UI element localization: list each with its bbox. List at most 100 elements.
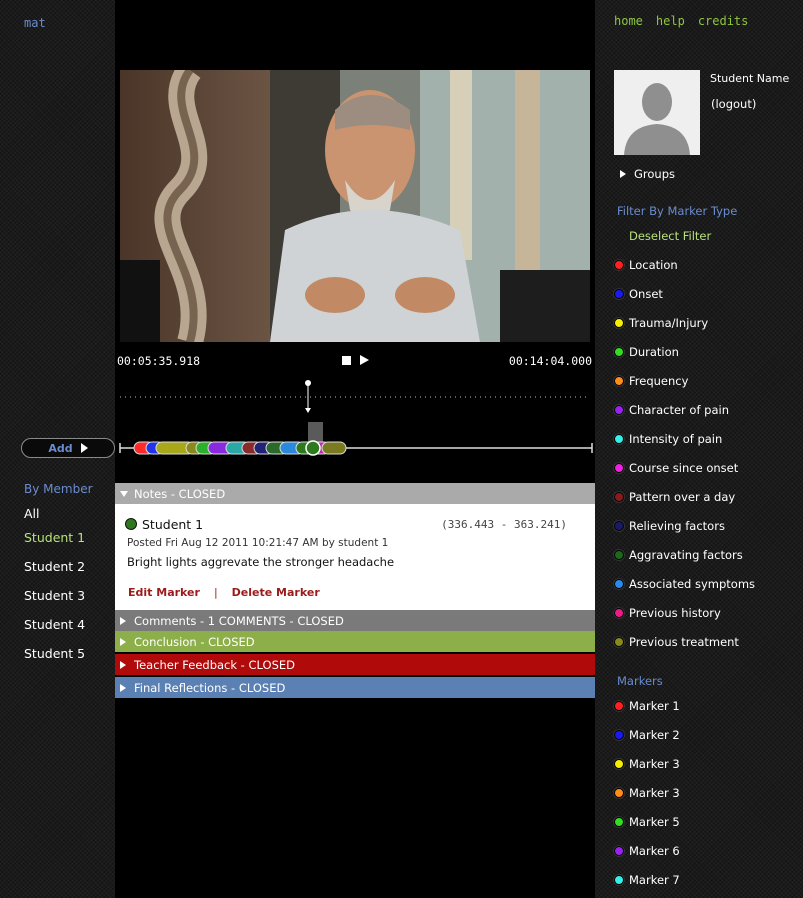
member-item-student-4[interactable]: Student 4 (24, 617, 85, 646)
filter-item[interactable]: Location (614, 258, 755, 287)
play-button[interactable] (360, 355, 369, 365)
color-dot-icon (614, 347, 624, 357)
marker-item[interactable]: Marker 3 (614, 757, 680, 786)
marker-timeline[interactable] (118, 436, 594, 460)
nav-help-link[interactable]: help (656, 14, 685, 28)
expand-right-icon (120, 683, 126, 692)
note-time-range: (336.443 - 363.241) (441, 518, 567, 531)
groups-label: Groups (634, 167, 676, 181)
nav-credits-link[interactable]: credits (698, 14, 749, 28)
color-dot-icon (614, 788, 624, 798)
comments-panel-label: Comments - 1 COMMENTS - CLOSED (134, 613, 344, 628)
marker-label: Marker 7 (629, 873, 680, 887)
filter-label: Relieving factors (629, 519, 725, 533)
member-item-student-5[interactable]: Student 5 (24, 646, 85, 675)
main-content: 00:05:35.918 00:14:04.000 Notes - CLOSED… (115, 0, 595, 898)
filter-item[interactable]: Duration (614, 345, 755, 374)
member-item-all[interactable]: All (24, 506, 85, 530)
video-player[interactable] (120, 70, 590, 342)
marker-label: Marker 6 (629, 844, 680, 858)
conclusion-panel-header[interactable]: Conclusion - CLOSED (115, 631, 595, 652)
color-dot-icon (614, 579, 624, 589)
color-dot-icon (614, 434, 624, 444)
filter-item[interactable]: Pattern over a day (614, 490, 755, 519)
delete-marker-link[interactable]: Delete Marker (232, 586, 320, 599)
filter-item[interactable]: Relieving factors (614, 519, 755, 548)
markers-heading: Markers (617, 674, 663, 688)
timeline-marker[interactable] (321, 441, 347, 455)
marker-label: Marker 3 (629, 786, 680, 800)
filter-label: Onset (629, 287, 663, 301)
marker-item[interactable]: Marker 2 (614, 728, 680, 757)
marker-item[interactable]: Marker 7 (614, 873, 680, 898)
color-dot-icon (614, 492, 624, 502)
filter-item[interactable]: Previous history (614, 606, 755, 635)
member-item-student-1[interactable]: Student 1 (24, 530, 85, 559)
expand-right-icon (620, 170, 626, 178)
teacher-feedback-panel-label: Teacher Feedback - CLOSED (134, 657, 295, 672)
groups-toggle[interactable]: Groups (620, 167, 675, 181)
app-logo[interactable]: mat (24, 16, 46, 30)
filter-item[interactable]: Trauma/Injury (614, 316, 755, 345)
color-dot-icon (614, 846, 624, 856)
filter-item[interactable]: Associated symptoms (614, 577, 755, 606)
marker-item[interactable]: Marker 5 (614, 815, 680, 844)
marker-label: Marker 2 (629, 728, 680, 742)
color-dot-icon (614, 701, 624, 711)
color-dot-icon (614, 875, 624, 885)
filter-item[interactable]: Aggravating factors (614, 548, 755, 577)
marker-label: Marker 5 (629, 815, 680, 829)
nav-home-link[interactable]: home (614, 14, 643, 28)
marker-item[interactable]: Marker 1 (614, 699, 680, 728)
filter-label: Pattern over a day (629, 490, 736, 504)
student-name: Student Name (710, 72, 790, 85)
expand-down-icon (120, 490, 128, 497)
teacher-feedback-panel-header[interactable]: Teacher Feedback - CLOSED (115, 654, 595, 675)
filter-label: Course since onset (629, 461, 739, 475)
member-list: All Student 1 Student 2 Student 3 Studen… (24, 506, 85, 675)
edit-marker-link[interactable]: Edit Marker (128, 586, 200, 599)
filter-label: Aggravating factors (629, 548, 743, 562)
color-dot-icon (614, 550, 624, 560)
add-marker-button[interactable]: Add (21, 438, 115, 458)
member-item-student-3[interactable]: Student 3 (24, 588, 85, 617)
current-time: 00:05:35.918 (117, 354, 201, 368)
note-actions: Edit Marker | Delete Marker (128, 586, 320, 599)
color-dot-icon (614, 817, 624, 827)
top-nav: home help credits (614, 14, 748, 28)
comments-panel-header[interactable]: Comments - 1 COMMENTS - CLOSED (115, 610, 595, 631)
final-reflections-panel-header[interactable]: Final Reflections - CLOSED (115, 677, 595, 698)
notes-panel-header[interactable]: Notes - CLOSED (115, 483, 595, 504)
filter-label: Character of pain (629, 403, 730, 417)
marker-color-dot (125, 518, 137, 530)
action-separator: | (213, 586, 218, 599)
member-item-student-2[interactable]: Student 2 (24, 559, 85, 588)
filter-item[interactable]: Course since onset (614, 461, 755, 490)
conclusion-panel-label: Conclusion - CLOSED (134, 634, 255, 649)
note-posted-info: Posted Fri Aug 12 2011 10:21:47 AM by st… (127, 537, 389, 549)
add-label: Add (48, 441, 73, 455)
note-text: Bright lights aggrevate the stronger hea… (127, 555, 395, 569)
deselect-filter-link[interactable]: Deselect Filter (629, 229, 711, 243)
playhead-handle[interactable] (303, 379, 313, 415)
logout-link[interactable]: (logout) (711, 97, 756, 111)
marker-item[interactable]: Marker 3 (614, 786, 680, 815)
stop-button[interactable] (342, 356, 351, 365)
avatar-placeholder-icon (614, 70, 700, 155)
color-dot-icon (614, 730, 624, 740)
expand-right-icon (120, 616, 126, 625)
notes-panel-label: Notes - CLOSED (134, 486, 226, 501)
filter-item[interactable]: Intensity of pain (614, 432, 755, 461)
filter-item[interactable]: Frequency (614, 374, 755, 403)
marker-item[interactable]: Marker 6 (614, 844, 680, 873)
filter-item[interactable]: Previous treatment (614, 635, 755, 664)
filter-item[interactable]: Character of pain (614, 403, 755, 432)
note-student: Student 1 (142, 517, 204, 532)
filter-label: Associated symptoms (629, 577, 756, 591)
color-dot-icon (614, 608, 624, 618)
filter-label: Trauma/Injury (629, 316, 709, 330)
color-dot-icon (614, 405, 624, 415)
selected-timeline-marker[interactable] (305, 440, 321, 456)
filter-item[interactable]: Onset (614, 287, 755, 316)
filter-label: Frequency (629, 374, 689, 388)
